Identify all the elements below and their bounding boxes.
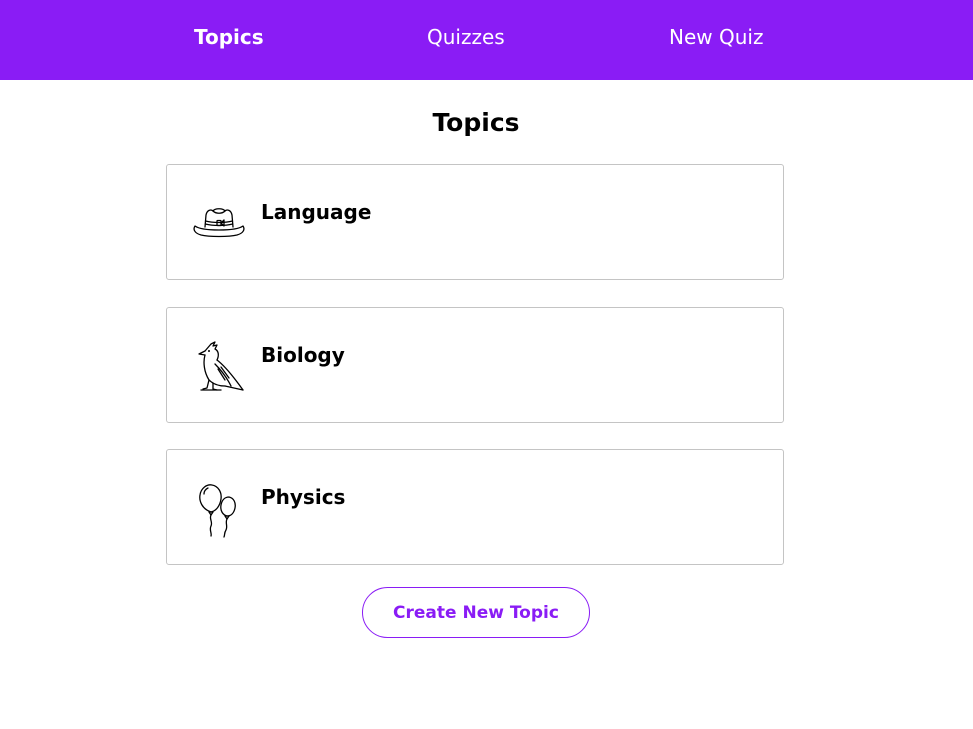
nav-link-topics[interactable]: Topics: [194, 0, 264, 74]
topic-card-biology[interactable]: Biology: [166, 307, 784, 423]
create-new-topic-button[interactable]: Create New Topic: [362, 587, 590, 638]
balloons-icon: [191, 478, 247, 538]
page-title: Topics: [432, 108, 520, 137]
nav-link-quizzes[interactable]: Quizzes: [427, 0, 505, 74]
topic-card-language[interactable]: Language: [166, 164, 784, 280]
topic-name: Biology: [261, 343, 345, 367]
topic-name: Language: [261, 200, 372, 224]
top-navbar: Topics Quizzes New Quiz: [0, 0, 973, 80]
topic-card-physics[interactable]: Physics: [166, 449, 784, 565]
topic-name: Physics: [261, 485, 346, 509]
hat-icon: [191, 193, 247, 253]
nav-link-new-quiz[interactable]: New Quiz: [669, 0, 763, 74]
bird-icon: [191, 336, 247, 396]
